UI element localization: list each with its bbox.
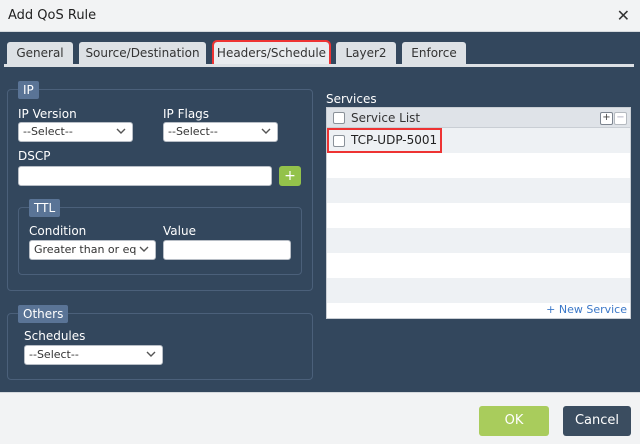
table-row <box>327 278 630 303</box>
chevron-down-icon <box>116 128 126 134</box>
services-title: Services <box>326 92 377 106</box>
table-row <box>327 253 630 278</box>
ip-flags-select[interactable]: --Select-- <box>163 122 278 142</box>
new-service-link[interactable]: + New Service <box>546 303 627 316</box>
table-row <box>327 178 630 203</box>
ip-version-select[interactable]: --Select-- <box>18 122 133 142</box>
service-list-header: Service List <box>351 111 421 125</box>
ip-flags-label: IP Flags <box>163 107 210 121</box>
tab-source-destination[interactable]: Source/Destination <box>79 42 206 64</box>
others-legend: Others <box>18 305 69 323</box>
close-icon[interactable]: ✕ <box>617 6 630 25</box>
dialog-titlebar: Add QoS Rule ✕ <box>0 0 640 32</box>
ok-button[interactable]: OK <box>479 406 549 436</box>
dialog-title: Add QoS Rule <box>8 8 97 23</box>
tab-general[interactable]: General <box>7 42 73 64</box>
schedules-value: --Select-- <box>29 348 79 361</box>
services-table: Service List + − TCP-UDP-5001 + New Serv… <box>326 107 631 319</box>
tab-layer2[interactable]: Layer2 <box>336 42 396 64</box>
ttl-legend: TTL <box>29 199 61 217</box>
ttl-value-label: Value <box>163 224 196 238</box>
remove-service-icon[interactable]: − <box>614 112 627 125</box>
dscp-label: DSCP <box>18 149 51 163</box>
row-checkbox[interactable] <box>333 135 345 147</box>
add-service-icon[interactable]: + <box>600 112 613 125</box>
table-row <box>327 228 630 253</box>
ttl-condition-label: Condition <box>29 224 87 238</box>
schedules-select[interactable]: --Select-- <box>24 345 163 365</box>
table-row <box>327 153 630 178</box>
chevron-down-icon <box>146 351 156 357</box>
tab-strip <box>4 64 634 67</box>
ip-version-value: --Select-- <box>23 125 73 138</box>
table-row <box>327 203 630 228</box>
tab-headers-schedule[interactable]: Headers/Schedule <box>212 40 331 66</box>
chevron-down-icon <box>261 128 271 134</box>
dscp-add-button[interactable]: + <box>279 166 301 186</box>
dialog-footer: OK Cancel <box>0 392 640 444</box>
tab-enforce[interactable]: Enforce <box>402 42 466 64</box>
dialog-body: General Source/Destination Headers/Sched… <box>0 32 640 392</box>
chevron-down-icon <box>139 246 149 252</box>
ip-flags-value: --Select-- <box>168 125 218 138</box>
service-name: TCP-UDP-5001 <box>351 133 438 147</box>
services-table-header: Service List + − <box>327 108 630 128</box>
ttl-condition-value: Greater than or eq <box>34 243 137 256</box>
ip-version-label: IP Version <box>18 107 77 121</box>
ttl-condition-select[interactable]: Greater than or eq <box>29 240 156 260</box>
select-all-checkbox[interactable] <box>333 112 345 124</box>
ttl-value-input[interactable] <box>163 240 291 260</box>
cancel-button[interactable]: Cancel <box>563 406 631 436</box>
dscp-input[interactable] <box>18 166 272 186</box>
table-row[interactable]: TCP-UDP-5001 <box>327 128 630 153</box>
schedules-label: Schedules <box>24 329 86 343</box>
ip-legend: IP <box>18 81 39 99</box>
